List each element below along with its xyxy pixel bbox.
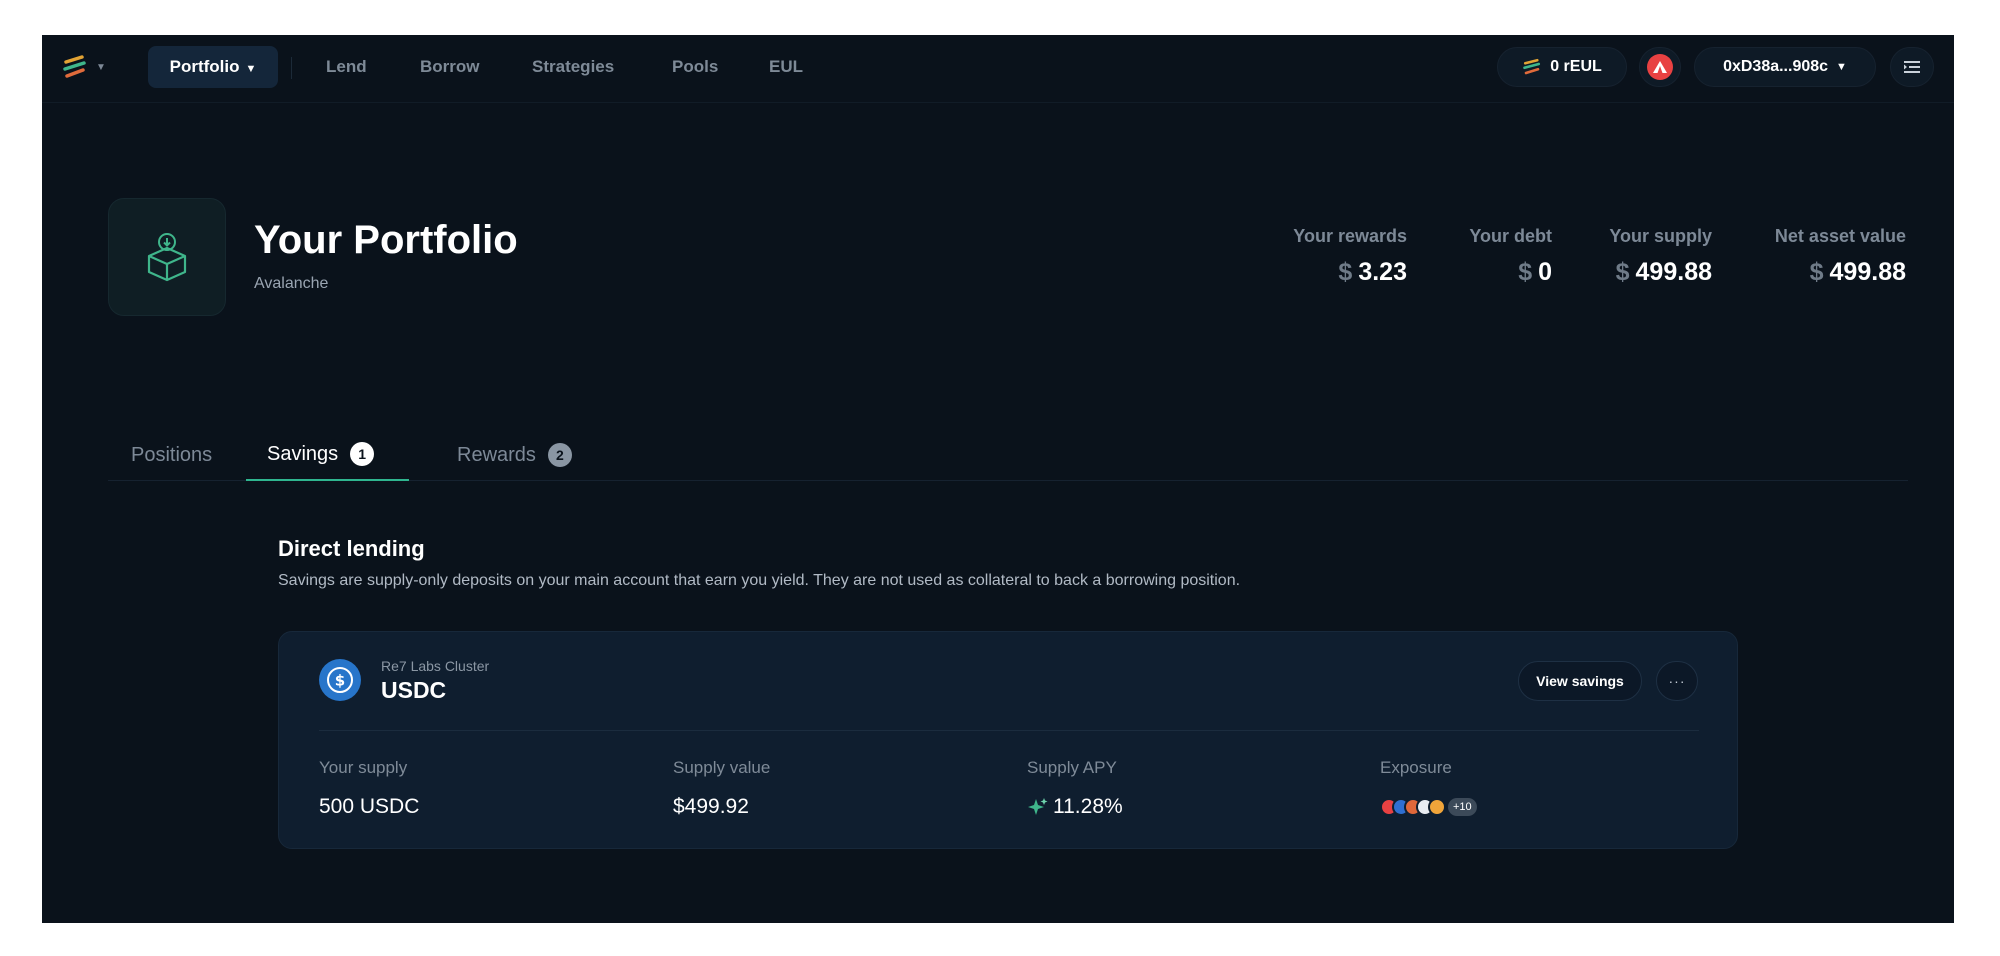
- stat-supply: Your supply $499.88: [1609, 226, 1712, 287]
- svg-text:$: $: [335, 672, 345, 690]
- nav-strategies[interactable]: Strategies: [532, 46, 614, 88]
- tab-savings[interactable]: Savings 1: [246, 429, 409, 481]
- stat-label: Your rewards: [1293, 226, 1407, 246]
- section-description: Savings are supply-only deposits on your…: [278, 572, 1241, 589]
- savings-card: $ Re7 Labs Cluster USDC View savings ···…: [278, 631, 1738, 849]
- tab-positions[interactable]: Positions: [131, 429, 212, 481]
- tab-label: Rewards: [457, 443, 536, 466]
- chain-selector[interactable]: [1639, 47, 1681, 87]
- metric-label: Exposure: [1380, 758, 1452, 777]
- stat-value: 3.23: [1358, 258, 1407, 286]
- page-subtitle: Avalanche: [254, 275, 329, 292]
- metric-value: 500 USDC: [319, 795, 420, 818]
- menu-icon: [1904, 61, 1920, 73]
- metric-supply-apy: Supply APY 11.28%: [1027, 758, 1123, 819]
- euler-logo-icon: [1523, 58, 1541, 75]
- metric-value: $499.92: [673, 795, 749, 818]
- section-title: Direct lending: [278, 536, 425, 561]
- page-title: Your Portfolio: [254, 218, 518, 262]
- metric-label: Supply value: [673, 758, 771, 777]
- nav-lend[interactable]: Lend: [326, 46, 367, 88]
- card-divider: [319, 730, 1699, 731]
- more-options-button[interactable]: ···: [1656, 661, 1698, 701]
- nav-eul[interactable]: EUL: [769, 46, 803, 88]
- view-savings-button[interactable]: View savings: [1518, 661, 1642, 701]
- count-badge: 2: [547, 443, 572, 467]
- tab-label: Savings: [267, 442, 339, 465]
- token-icon: [1428, 798, 1446, 816]
- stat-value: 499.88: [1635, 258, 1712, 286]
- exposure-more-badge: +10: [1448, 798, 1477, 816]
- menu-button[interactable]: [1890, 47, 1934, 87]
- rewards-pill-label: 0 rEUL: [1550, 58, 1602, 75]
- stat-rewards: Your rewards $3.23: [1293, 226, 1407, 287]
- rewards-pill[interactable]: 0 rEUL: [1497, 47, 1627, 87]
- metric-label: Your supply: [319, 758, 408, 777]
- metric-value: 11.28%: [1053, 795, 1123, 818]
- nav-borrow[interactable]: Borrow: [420, 46, 480, 88]
- top-nav: ▼ Portfolio ▼ Lend Borrow Strategies Pool…: [42, 35, 1954, 103]
- metric-label: Supply APY: [1027, 758, 1117, 777]
- tab-rewards[interactable]: Rewards 2: [457, 429, 572, 481]
- count-badge: 1: [350, 442, 375, 466]
- currency-symbol: $: [1338, 258, 1353, 286]
- ellipsis-icon: ···: [1668, 673, 1686, 689]
- tab-label: Positions: [131, 443, 213, 466]
- asset-name: USDC: [381, 677, 447, 703]
- stat-label: Net asset value: [1774, 226, 1906, 246]
- stat-label: Your supply: [1609, 226, 1712, 246]
- usdc-icon: $: [319, 659, 361, 701]
- avalanche-icon: [1647, 54, 1673, 80]
- metric-your-supply: Your supply 500 USDC: [319, 758, 419, 819]
- currency-symbol: $: [1809, 258, 1824, 286]
- wallet-address: 0xD38a...908c: [1723, 58, 1829, 75]
- nav-divider: [291, 57, 292, 79]
- stat-value: 0: [1538, 258, 1552, 286]
- currency-symbol: $: [1518, 258, 1533, 286]
- stat-debt: Your debt $0: [1469, 226, 1552, 287]
- metric-exposure: Exposure +10: [1380, 758, 1477, 819]
- nav-pools[interactable]: Pools: [672, 46, 718, 88]
- nav-portfolio-label: Portfolio: [169, 57, 240, 76]
- wallet-button[interactable]: 0xD38a...908c ▼: [1694, 47, 1876, 87]
- sparkle-icon: [1028, 798, 1048, 815]
- chevron-down-icon: ▼: [1836, 61, 1847, 73]
- app-window: ▼ Portfolio ▼ Lend Borrow Strategies Pool…: [42, 35, 1954, 923]
- stat-value: 499.88: [1829, 258, 1906, 286]
- currency-symbol: $: [1615, 258, 1630, 286]
- portfolio-tabs: Positions Savings 1 Rewards 2: [108, 429, 1908, 481]
- portfolio-box-icon: [108, 198, 226, 316]
- metric-supply-value: Supply value $499.92: [673, 758, 770, 819]
- exposure-list[interactable]: +10: [1380, 795, 1477, 819]
- cluster-name: Re7 Labs Cluster: [381, 658, 490, 674]
- chevron-down-icon: ▼: [245, 63, 257, 75]
- stat-label: Your debt: [1469, 226, 1552, 246]
- euler-logo-icon: [63, 55, 86, 78]
- logo-menu[interactable]: ▼: [62, 54, 106, 80]
- chevron-down-icon: ▼: [96, 61, 106, 73]
- stat-net-asset-value: Net asset value $499.88: [1775, 226, 1906, 287]
- nav-portfolio[interactable]: Portfolio ▼: [148, 46, 278, 88]
